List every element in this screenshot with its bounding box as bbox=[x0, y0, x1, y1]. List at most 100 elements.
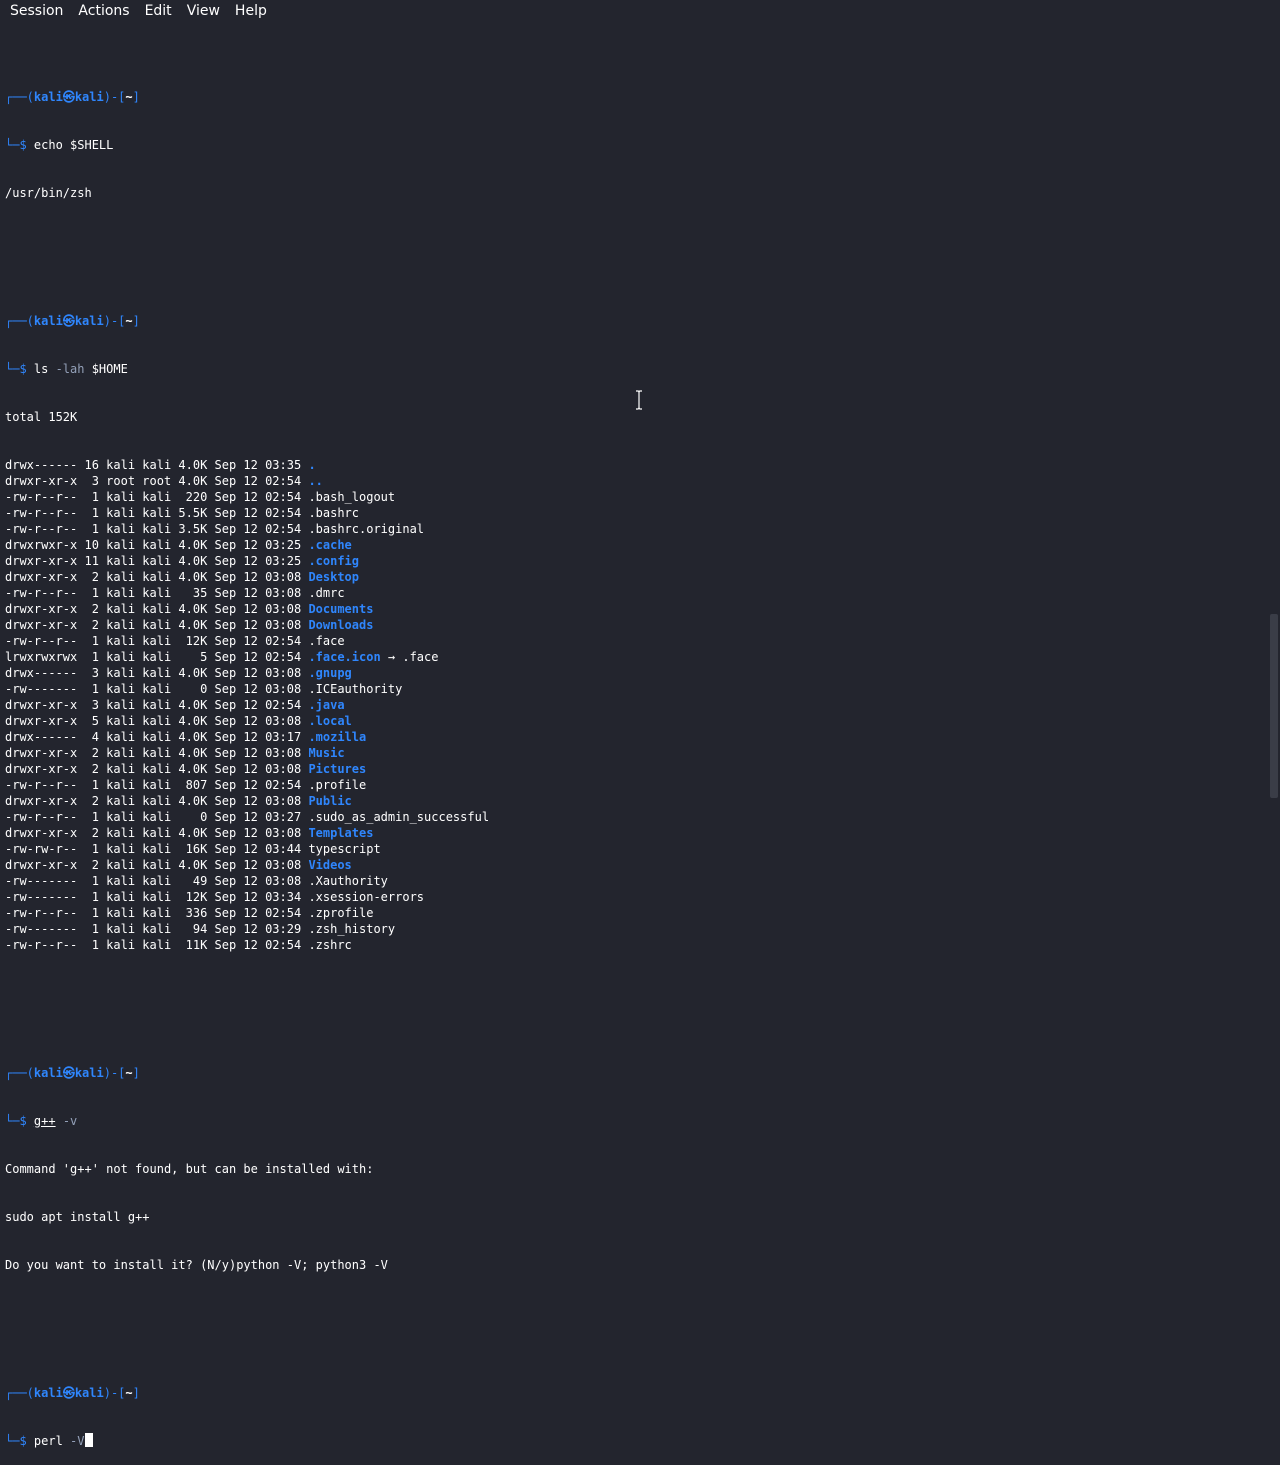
listing-meta: -rw------- 1 kali kali 94 Sep 12 03:29 bbox=[5, 922, 309, 936]
output-line: total 152K bbox=[5, 410, 78, 424]
listing-row: drwxr-xr-x 2 kali kali 4.0K Sep 12 03:08… bbox=[5, 601, 1266, 617]
listing-meta: drwxr-xr-x 2 kali kali 4.0K Sep 12 03:08 bbox=[5, 826, 309, 840]
listing-meta: -rw-r--r-- 1 kali kali 807 Sep 12 02:54 bbox=[5, 778, 309, 792]
menu-edit[interactable]: Edit bbox=[145, 3, 172, 19]
listing-meta: -rw-r--r-- 1 kali kali 3.5K Sep 12 02:54 bbox=[5, 522, 309, 536]
listing-filename: .Xauthority bbox=[308, 874, 388, 888]
directory-listing: drwx------ 16 kali kali 4.0K Sep 12 03:3… bbox=[5, 457, 1266, 953]
listing-row: lrwxrwxrwx 1 kali kali 5 Sep 12 02:54 .f… bbox=[5, 649, 1266, 665]
listing-row: drwxr-xr-x 2 kali kali 4.0K Sep 12 03:08… bbox=[5, 825, 1266, 841]
listing-filename: .config bbox=[308, 554, 360, 568]
listing-filename: .sudo_as_admin_successful bbox=[308, 810, 490, 824]
menu-actions[interactable]: Actions bbox=[78, 3, 129, 19]
listing-filename: .bashrc.original bbox=[308, 522, 425, 536]
prompt-header: ┌──(kali㉿kali)-[~] bbox=[5, 314, 140, 328]
listing-filename: Pictures bbox=[308, 762, 367, 776]
listing-row: drwxr-xr-x 3 root root 4.0K Sep 12 02:54… bbox=[5, 473, 1266, 489]
listing-filename: .local bbox=[308, 714, 352, 728]
listing-row: -rw-r--r-- 1 kali kali 807 Sep 12 02:54 … bbox=[5, 777, 1266, 793]
text-cursor-ibeam-icon bbox=[636, 390, 642, 410]
listing-row: drwx------ 16 kali kali 4.0K Sep 12 03:3… bbox=[5, 457, 1266, 473]
listing-filename: .zprofile bbox=[308, 906, 374, 920]
listing-row: -rw-r--r-- 1 kali kali 12K Sep 12 02:54 … bbox=[5, 633, 1266, 649]
listing-row: drwxr-xr-x 11 kali kali 4.0K Sep 12 03:2… bbox=[5, 553, 1266, 569]
listing-meta: lrwxrwxrwx 1 kali kali 5 Sep 12 02:54 bbox=[5, 650, 309, 664]
listing-row: -rw-r--r-- 1 kali kali 3.5K Sep 12 02:54… bbox=[5, 521, 1266, 537]
prompt-header: ┌──(kali㉿kali)-[~] bbox=[5, 1386, 140, 1400]
listing-row: drwxr-xr-x 5 kali kali 4.0K Sep 12 03:08… bbox=[5, 713, 1266, 729]
listing-meta: drwxr-xr-x 2 kali kali 4.0K Sep 12 03:08 bbox=[5, 762, 309, 776]
listing-row: drwxr-xr-x 2 kali kali 4.0K Sep 12 03:08… bbox=[5, 569, 1266, 585]
menu-session[interactable]: Session bbox=[10, 3, 63, 19]
listing-filename: .cache bbox=[308, 538, 352, 552]
listing-row: -rw-r--r-- 1 kali kali 5.5K Sep 12 02:54… bbox=[5, 505, 1266, 521]
listing-meta: drwxr-xr-x 2 kali kali 4.0K Sep 12 03:08 bbox=[5, 858, 309, 872]
listing-meta: -rw------- 1 kali kali 0 Sep 12 03:08 bbox=[5, 682, 309, 696]
listing-meta: drwxrwxr-x 10 kali kali 4.0K Sep 12 03:2… bbox=[5, 538, 309, 552]
listing-meta: -rw-r--r-- 1 kali kali 220 Sep 12 02:54 bbox=[5, 490, 309, 504]
terminal-output[interactable]: ┌──(kali㉿kali)-[~] └─$ echo $SHELL /usr/… bbox=[5, 41, 1266, 1465]
listing-filename: .bashrc bbox=[308, 506, 360, 520]
listing-meta: -rw-r--r-- 1 kali kali 35 Sep 12 03:08 bbox=[5, 586, 309, 600]
listing-meta: -rw-r--r-- 1 kali kali 11K Sep 12 02:54 bbox=[5, 938, 309, 952]
listing-meta: drwx------ 16 kali kali 4.0K Sep 12 03:3… bbox=[5, 458, 309, 472]
listing-meta: -rw------- 1 kali kali 12K Sep 12 03:34 bbox=[5, 890, 309, 904]
listing-filename: .zshrc bbox=[308, 938, 352, 952]
listing-filename: Downloads bbox=[308, 618, 374, 632]
listing-row: drwxrwxr-x 10 kali kali 4.0K Sep 12 03:2… bbox=[5, 537, 1266, 553]
listing-meta: drwxr-xr-x 2 kali kali 4.0K Sep 12 03:08 bbox=[5, 602, 309, 616]
menu-help[interactable]: Help bbox=[235, 3, 267, 19]
command-input-line[interactable]: └─$ perl -V bbox=[5, 1433, 1266, 1449]
listing-row: drwxr-xr-x 2 kali kali 4.0K Sep 12 03:08… bbox=[5, 857, 1266, 873]
listing-filename: .ICEauthority bbox=[308, 682, 403, 696]
prompt-header: ┌──(kali㉿kali)-[~] bbox=[5, 1066, 140, 1080]
listing-filename: Music bbox=[308, 746, 345, 760]
listing-filename: .dmrc bbox=[308, 586, 345, 600]
listing-meta: drwx------ 3 kali kali 4.0K Sep 12 03:08 bbox=[5, 666, 309, 680]
listing-row: -rw------- 1 kali kali 0 Sep 12 03:08 .I… bbox=[5, 681, 1266, 697]
listing-meta: -rw-r--r-- 1 kali kali 12K Sep 12 02:54 bbox=[5, 634, 309, 648]
listing-row: -rw------- 1 kali kali 49 Sep 12 03:08 .… bbox=[5, 873, 1266, 889]
listing-meta: drwxr-xr-x 5 kali kali 4.0K Sep 12 03:08 bbox=[5, 714, 309, 728]
output-line: /usr/bin/zsh bbox=[5, 186, 92, 200]
listing-filename: .mozilla bbox=[308, 730, 367, 744]
output-line: Do you want to install it? (N/y)python -… bbox=[5, 1258, 388, 1272]
listing-meta: drwxr-xr-x 2 kali kali 4.0K Sep 12 03:08 bbox=[5, 794, 309, 808]
listing-filename: .xsession-errors bbox=[308, 890, 425, 904]
listing-filename: .bash_logout bbox=[308, 490, 396, 504]
listing-meta: drwxr-xr-x 2 kali kali 4.0K Sep 12 03:08 bbox=[5, 618, 309, 632]
listing-row: drwxr-xr-x 3 kali kali 4.0K Sep 12 02:54… bbox=[5, 697, 1266, 713]
listing-row: drwxr-xr-x 2 kali kali 4.0K Sep 12 03:08… bbox=[5, 745, 1266, 761]
listing-filename: .gnupg bbox=[308, 666, 352, 680]
listing-row: drwxr-xr-x 2 kali kali 4.0K Sep 12 03:08… bbox=[5, 761, 1266, 777]
listing-row: -rw------- 1 kali kali 94 Sep 12 03:29 .… bbox=[5, 921, 1266, 937]
prompt-header: ┌──(kali㉿kali)-[~] bbox=[5, 90, 140, 104]
listing-filename: .face.icon bbox=[308, 650, 381, 664]
command-line: └─$ g++ -v bbox=[5, 1114, 78, 1128]
listing-filename: . bbox=[308, 458, 316, 472]
listing-link-target: → .face bbox=[380, 650, 439, 664]
menu-view[interactable]: View bbox=[187, 3, 220, 19]
scrollbar[interactable] bbox=[1270, 22, 1278, 798]
listing-meta: -rw-r--r-- 1 kali kali 5.5K Sep 12 02:54 bbox=[5, 506, 309, 520]
listing-row: -rw-rw-r-- 1 kali kali 16K Sep 12 03:44 … bbox=[5, 841, 1266, 857]
listing-meta: drwxr-xr-x 2 kali kali 4.0K Sep 12 03:08 bbox=[5, 746, 309, 760]
listing-filename: Public bbox=[308, 794, 352, 808]
listing-meta: drwxr-xr-x 2 kali kali 4.0K Sep 12 03:08 bbox=[5, 570, 309, 584]
listing-row: -rw-r--r-- 1 kali kali 0 Sep 12 03:27 .s… bbox=[5, 809, 1266, 825]
menu-bar: Session Actions Edit View Help bbox=[0, 0, 1280, 22]
text-cursor bbox=[84, 1433, 93, 1447]
listing-filename: .profile bbox=[308, 778, 367, 792]
listing-row: -rw-r--r-- 1 kali kali 11K Sep 12 02:54 … bbox=[5, 937, 1266, 953]
listing-meta: -rw------- 1 kali kali 49 Sep 12 03:08 bbox=[5, 874, 309, 888]
listing-meta: -rw-r--r-- 1 kali kali 336 Sep 12 02:54 bbox=[5, 906, 309, 920]
listing-row: -rw------- 1 kali kali 12K Sep 12 03:34 … bbox=[5, 889, 1266, 905]
command-line: └─$ ls -lah $HOME bbox=[5, 362, 128, 376]
scrollbar-thumb[interactable] bbox=[1270, 614, 1278, 798]
listing-filename: Desktop bbox=[308, 570, 360, 584]
listing-filename: Videos bbox=[308, 858, 352, 872]
listing-meta: -rw-r--r-- 1 kali kali 0 Sep 12 03:27 bbox=[5, 810, 309, 824]
listing-meta: drwx------ 4 kali kali 4.0K Sep 12 03:17 bbox=[5, 730, 309, 744]
listing-meta: drwxr-xr-x 3 root root 4.0K Sep 12 02:54 bbox=[5, 474, 309, 488]
listing-row: drwx------ 3 kali kali 4.0K Sep 12 03:08… bbox=[5, 665, 1266, 681]
